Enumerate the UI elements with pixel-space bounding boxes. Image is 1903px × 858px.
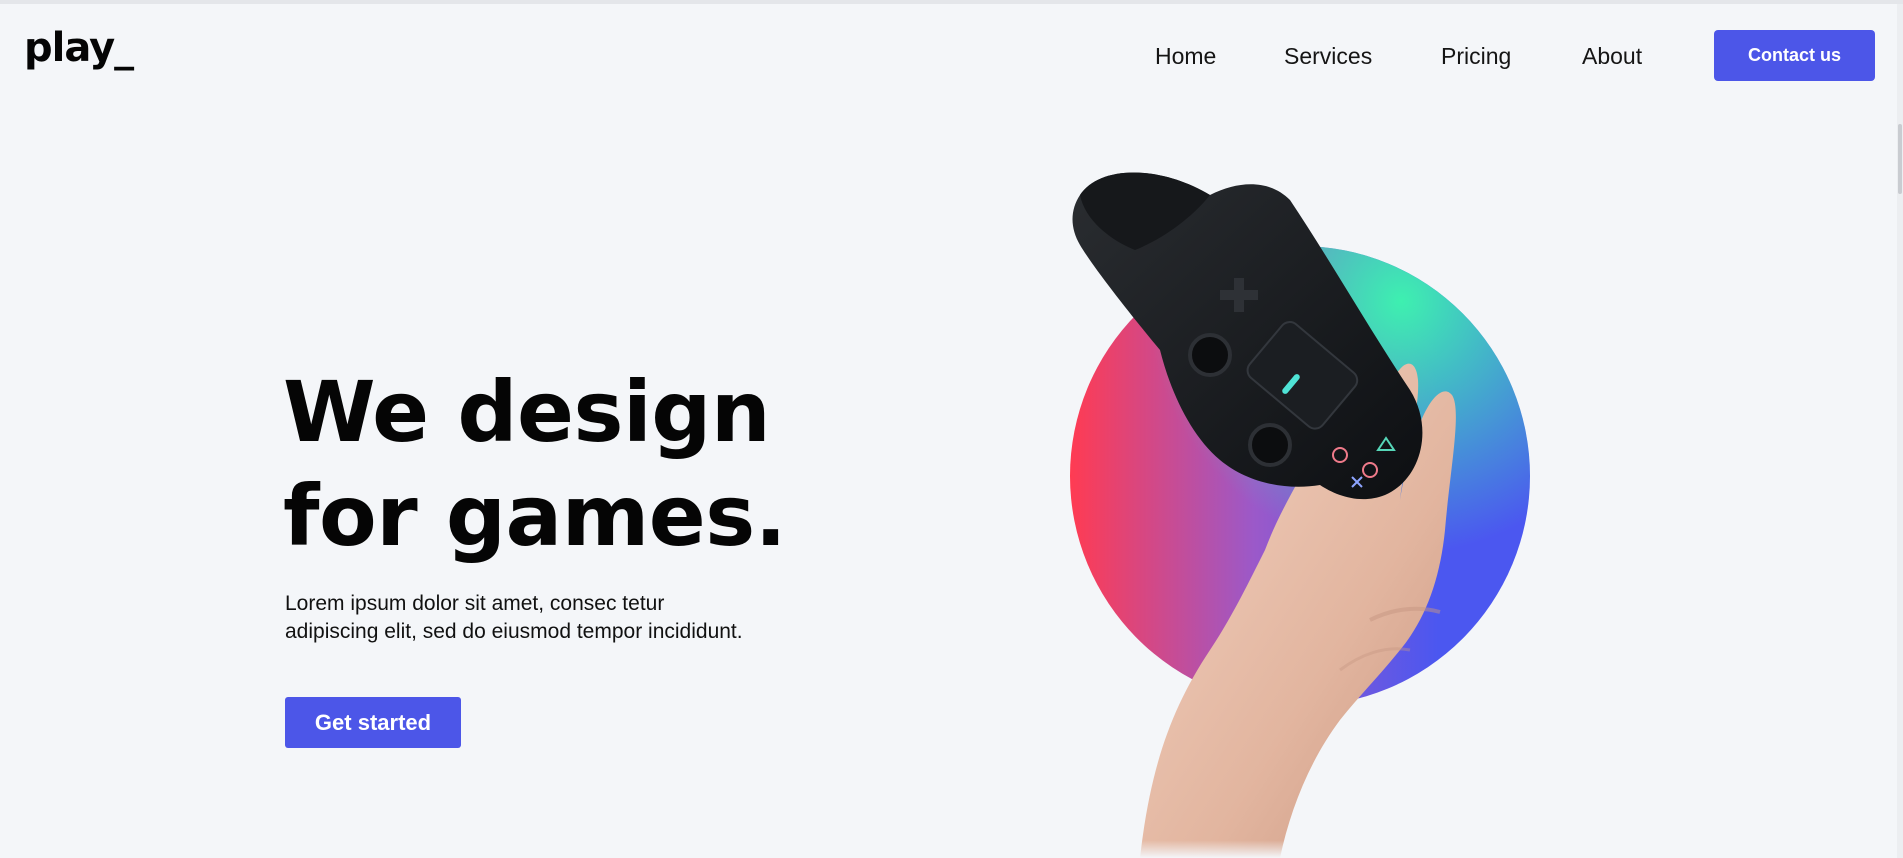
vertical-scrollbar[interactable] [1897,4,1903,858]
contact-us-button[interactable]: Contact us [1714,30,1875,81]
hero-title-line-2: for games. [283,467,787,565]
gamepad-in-hand-icon [1040,150,1600,858]
nav-home-link[interactable]: Home [1155,43,1216,70]
nav-pricing-link[interactable]: Pricing [1441,43,1511,70]
scrollbar-thumb[interactable] [1898,124,1902,194]
site-header: play_ Home Services Pricing About Contac… [0,4,1903,106]
nav-services-link[interactable]: Services [1284,43,1372,70]
landing-page: play_ Home Services Pricing About Contac… [0,0,1903,858]
nav-about-link[interactable]: About [1582,43,1642,70]
hero-description: Lorem ipsum dolor sit amet, consec tetur… [285,590,845,646]
hero-title: We design for games. [283,360,787,568]
logo[interactable]: play_ [24,28,134,68]
hero-description-line-2: adipiscing elit, sed do eiusmod tempor i… [285,620,743,643]
hero-title-line-1: We design [283,363,771,461]
get-started-button[interactable]: Get started [285,697,461,748]
hero-description-line-1: Lorem ipsum dolor sit amet, consec tetur [285,592,665,615]
